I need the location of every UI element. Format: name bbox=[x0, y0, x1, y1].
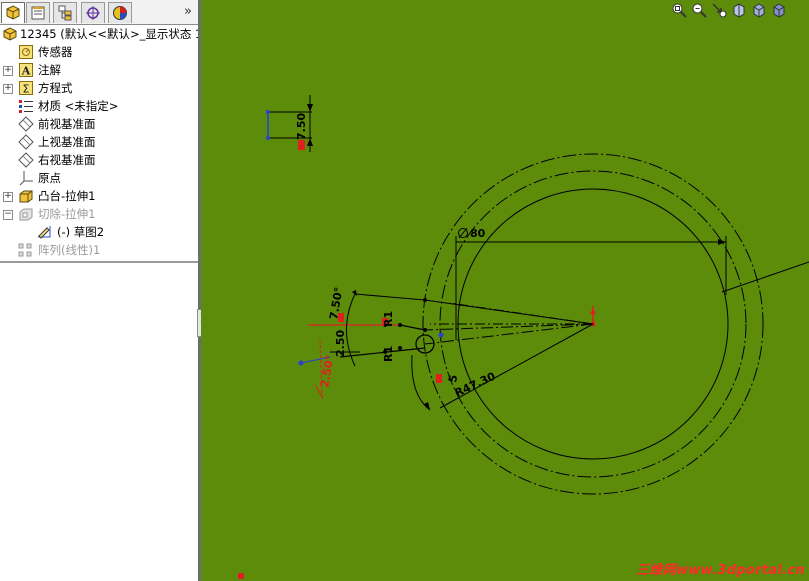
material-icon bbox=[19, 100, 33, 113]
more-tabs-button[interactable]: » bbox=[184, 4, 192, 19]
boss-extrude-icon bbox=[19, 190, 33, 203]
radius2-dimension[interactable]: R1 bbox=[382, 346, 395, 362]
linear-pattern-icon bbox=[18, 243, 32, 257]
tab-configuration-manager[interactable] bbox=[53, 2, 77, 23]
svg-text:A: A bbox=[21, 65, 31, 78]
sketch-canvas: 80 7.50 7.50° 2.50 R1 R1 2.50° 5 R47.30 bbox=[238, 95, 809, 579]
expand-toggle[interactable]: + bbox=[3, 84, 13, 94]
tree-item-label: 凸台-拉伸1 bbox=[38, 189, 96, 203]
manager-tabs: » bbox=[0, 0, 198, 25]
tree-item-label: 右视基准面 bbox=[38, 153, 96, 167]
radius-dimension[interactable]: R1 bbox=[382, 311, 395, 327]
svg-text:Σ: Σ bbox=[23, 83, 30, 96]
feature-manager-panel: » 12345 (默认<<默认>_显示状态 1 传感器 + A 注解 + Σ 方… bbox=[0, 0, 202, 581]
offset-dimension[interactable]: 2.50 bbox=[334, 330, 347, 357]
tree-item-label: 方程式 bbox=[38, 81, 73, 95]
display-manager-icon bbox=[113, 6, 127, 20]
tree-item-label: 材质 <未指定> bbox=[38, 99, 119, 113]
lower-pane bbox=[0, 263, 198, 581]
graphics-area[interactable]: 80 7.50 7.50° 2.50 R1 R1 2.50° 5 R47.30 … bbox=[201, 0, 809, 581]
origin-icon bbox=[19, 171, 33, 186]
width-dimension[interactable]: 5 bbox=[446, 374, 460, 384]
feature-tree: 12345 (默认<<默认>_显示状态 1 传感器 + A 注解 + Σ 方程式 bbox=[0, 25, 202, 261]
plane-icon bbox=[18, 134, 34, 150]
part-icon bbox=[3, 27, 17, 41]
sketch-icon bbox=[38, 226, 51, 239]
expand-toggle[interactable]: + bbox=[3, 66, 13, 76]
plane-icon bbox=[18, 116, 34, 132]
plane-icon bbox=[18, 152, 34, 168]
tab-display-manager[interactable] bbox=[108, 2, 132, 23]
tree-item-label: 传感器 bbox=[38, 45, 73, 59]
diameter-dim-text: 80 bbox=[470, 227, 486, 240]
height-dimension[interactable]: 7.50 bbox=[295, 113, 308, 140]
tree-item-label: 上视基准面 bbox=[38, 135, 96, 149]
sensor-icon bbox=[19, 45, 33, 59]
tree-item-label: 注解 bbox=[38, 63, 61, 77]
tree-item-label: 原点 bbox=[38, 171, 61, 185]
tree-root-label: 12345 (默认<<默认>_显示状态 1 bbox=[20, 27, 203, 41]
tree-item-label: (-) 草图2 bbox=[57, 225, 105, 239]
dimxpert-icon bbox=[86, 6, 100, 20]
tree-item-label: 前视基准面 bbox=[38, 117, 96, 131]
property-manager-icon bbox=[31, 6, 45, 20]
expand-toggle[interactable]: + bbox=[3, 192, 13, 202]
tree-item-label: 阵列(线性)1 bbox=[38, 243, 101, 257]
tab-property-manager[interactable] bbox=[26, 2, 50, 23]
equation-icon: Σ bbox=[19, 81, 33, 96]
expand-toggle[interactable]: − bbox=[3, 210, 13, 220]
configuration-manager-icon bbox=[58, 5, 72, 21]
outer-radius-dimension[interactable]: R47.30 bbox=[453, 370, 498, 400]
watermark: 三维网www.3dportal.cn bbox=[636, 563, 805, 578]
tab-feature-manager[interactable] bbox=[1, 2, 25, 23]
tree-item-label: 切除-拉伸1 bbox=[38, 207, 96, 221]
diameter-dimension[interactable]: 80 bbox=[458, 227, 486, 240]
tab-dimxpert[interactable] bbox=[81, 2, 105, 23]
feature-manager-icon bbox=[6, 5, 20, 20]
annotation-icon: A bbox=[19, 63, 33, 78]
cut-extrude-icon bbox=[19, 208, 33, 221]
